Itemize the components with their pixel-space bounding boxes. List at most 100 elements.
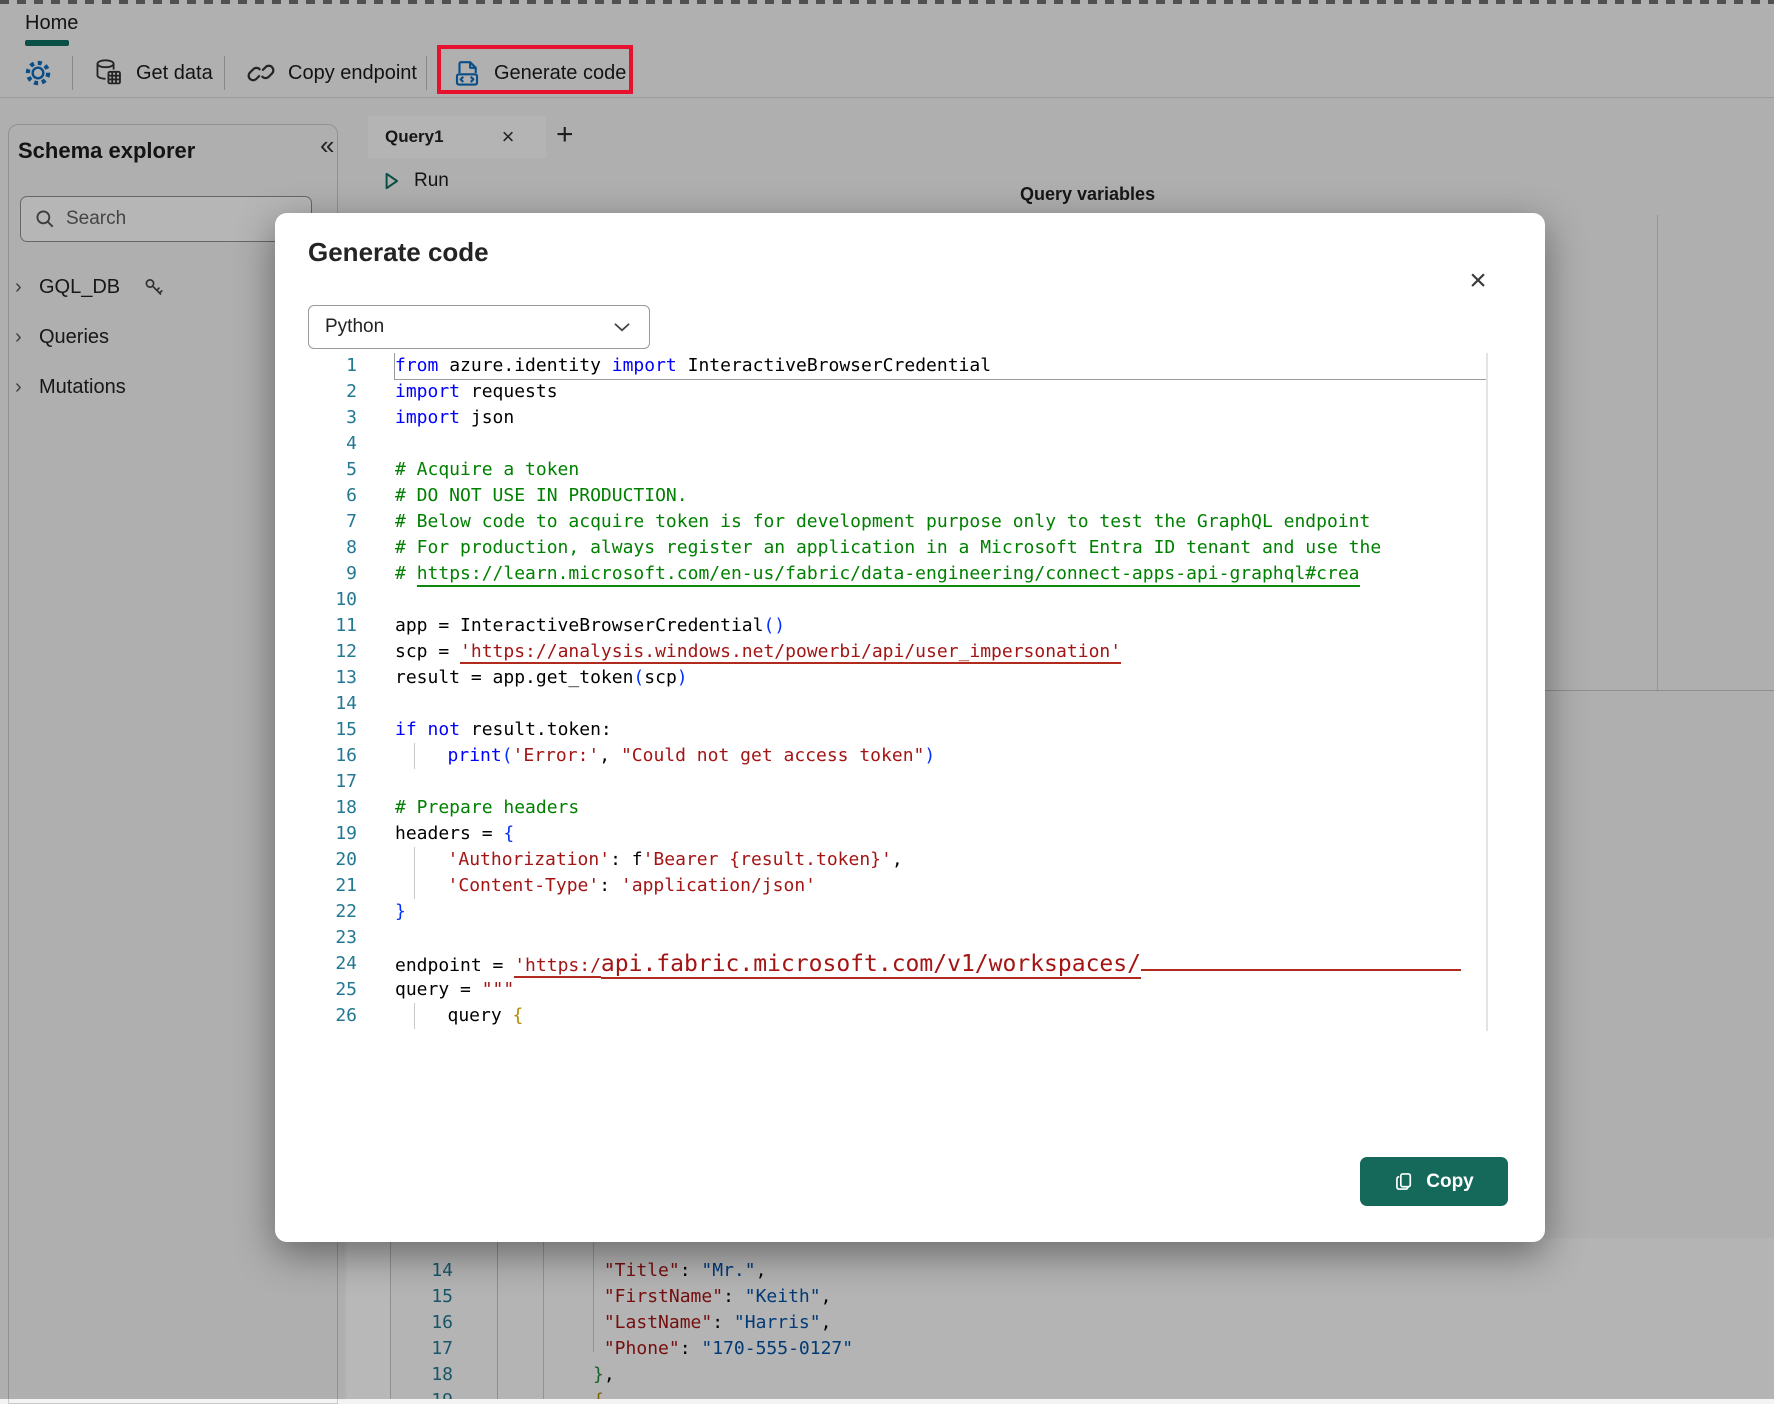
line-number: 10 bbox=[275, 587, 375, 613]
code-token: azure.identity bbox=[438, 355, 611, 376]
code-line-content: 'Authorization': f'Bearer {result.token}… bbox=[395, 847, 1486, 873]
code-token: 'Content-Type' bbox=[448, 875, 600, 896]
code-token: 'https:/ bbox=[514, 955, 601, 978]
code-line: 24 endpoint = 'https:/api.fabric.microsof… bbox=[275, 951, 1515, 977]
line-number: 11 bbox=[275, 613, 375, 639]
language-dropdown[interactable]: Python bbox=[308, 305, 650, 349]
code-line-content: 'Content-Type': 'application/json' bbox=[395, 873, 1486, 899]
code-token: print bbox=[448, 745, 502, 766]
code-token: headers = bbox=[395, 823, 503, 844]
code-editor[interactable]: 1 from azure.identity import InteractiveB… bbox=[275, 353, 1515, 1031]
code-line-content: result = app.get_token(scp) bbox=[395, 665, 1486, 691]
red-highlight-box bbox=[437, 45, 633, 94]
code-token bbox=[415, 849, 448, 870]
code-token: "Could not get access token" bbox=[621, 745, 924, 766]
code-line-content bbox=[395, 691, 1486, 717]
code-line-content bbox=[395, 431, 1486, 457]
code-token bbox=[415, 745, 448, 766]
code-token: import bbox=[612, 355, 677, 376]
code-line-content: # https://learn.microsoft.com/en-us/fabr… bbox=[395, 561, 1486, 587]
code-line: 1 from azure.identity import InteractiveB… bbox=[275, 353, 1515, 379]
code-line: 15 if not result.token: bbox=[275, 717, 1515, 743]
code-line: 18 # Prepare headers bbox=[275, 795, 1515, 821]
copy-button[interactable]: Copy bbox=[1360, 1157, 1508, 1206]
code-line: 20 'Authorization': f'Bearer {result.tok… bbox=[275, 847, 1515, 873]
code-token: () bbox=[763, 615, 785, 636]
line-number: 6 bbox=[275, 483, 375, 509]
code-line: 19headers = { bbox=[275, 821, 1515, 847]
code-token: 'application/json' bbox=[621, 875, 816, 896]
code-line: 4 bbox=[275, 431, 1515, 457]
code-token: : f bbox=[610, 849, 643, 870]
code-line-content: query = """ bbox=[395, 977, 1486, 1003]
code-token: query = bbox=[395, 979, 482, 1000]
code-token: ( bbox=[633, 667, 644, 688]
code-line-content: import requests bbox=[395, 379, 1486, 405]
code-line-content: # DO NOT USE IN PRODUCTION. bbox=[395, 483, 1486, 509]
code-line-content: import json bbox=[395, 405, 1486, 431]
code-line-content: # Acquire a token bbox=[395, 457, 1486, 483]
code-line: 8# For production, always register an ap… bbox=[275, 535, 1515, 561]
code-line-content: if not result.token: bbox=[395, 717, 1486, 743]
chevron-down-icon bbox=[611, 316, 633, 338]
code-token: json bbox=[460, 407, 514, 428]
code-token: # DO NOT USE IN PRODUCTION. bbox=[395, 485, 688, 506]
line-number: 7 bbox=[275, 509, 375, 535]
line-number: 22 bbox=[275, 899, 375, 925]
code-token: # Below code to acquire token is for dev… bbox=[395, 511, 1370, 532]
line-number: 12 bbox=[275, 639, 375, 665]
line-number: 25 bbox=[275, 977, 375, 1003]
line-number: 26 bbox=[275, 1003, 375, 1029]
code-token: 'Error:' bbox=[513, 745, 600, 766]
code-line: 12scp = 'https://analysis.windows.net/po… bbox=[275, 639, 1515, 665]
code-token: } bbox=[395, 901, 406, 922]
code-line: 5 # Acquire a token bbox=[275, 457, 1515, 483]
code-line: 7 # Below code to acquire token is for de… bbox=[275, 509, 1515, 535]
line-number: 13 bbox=[275, 665, 375, 691]
code-line-content: # Below code to acquire token is for dev… bbox=[395, 509, 1486, 535]
line-number: 14 bbox=[275, 691, 375, 717]
line-number: 15 bbox=[275, 717, 375, 743]
code-token: requests bbox=[460, 381, 558, 402]
line-number: 4 bbox=[275, 431, 375, 457]
code-token: https://learn.microsoft.com/en-us/fabric… bbox=[417, 563, 1360, 587]
copy-icon bbox=[1394, 1171, 1415, 1192]
code-token: { bbox=[513, 1005, 524, 1026]
line-number: 1 bbox=[275, 353, 375, 379]
code-line: 17 bbox=[275, 769, 1515, 795]
code-line-content: # For production, always register an app… bbox=[395, 535, 1486, 561]
code-line: 13 result = app.get_token(scp) bbox=[275, 665, 1515, 691]
code-token: , bbox=[599, 745, 621, 766]
code-token: scp = bbox=[395, 641, 460, 662]
code-line: 10 bbox=[275, 587, 1515, 613]
code-token: # Prepare headers bbox=[395, 797, 579, 818]
code-token: InteractiveBrowserCredential bbox=[677, 355, 991, 376]
line-number: 9 bbox=[275, 561, 375, 587]
line-number: 16 bbox=[275, 743, 375, 769]
code-line-content: endpoint = 'https:/api.fabric.microsoft.… bbox=[395, 951, 1486, 977]
code-token: : bbox=[599, 875, 621, 896]
code-token: import bbox=[395, 407, 460, 428]
code-line-content: from azure.identity import InteractiveBr… bbox=[395, 353, 1486, 379]
code-line-content: # Prepare headers bbox=[395, 795, 1486, 821]
generate-code-dialog: Generate code × Python 1 from azure.ident… bbox=[275, 213, 1545, 1242]
code-line: 9 # https://learn.microsoft.com/en-us/fab… bbox=[275, 561, 1515, 587]
code-line: 11app = InteractiveBrowserCredential() bbox=[275, 613, 1515, 639]
dialog-title: Generate code bbox=[308, 237, 489, 268]
line-number: 20 bbox=[275, 847, 375, 873]
code-line: 25 query = """ bbox=[275, 977, 1515, 1003]
code-line: 3import json bbox=[275, 405, 1515, 431]
code-token: # bbox=[395, 563, 417, 584]
copy-label: Copy bbox=[1426, 1171, 1474, 1193]
code-token: 'Bearer {result.token}' bbox=[643, 849, 892, 870]
line-number: 5 bbox=[275, 457, 375, 483]
code-token: from bbox=[395, 355, 438, 376]
line-number: 24 bbox=[275, 951, 375, 977]
dialog-close-button[interactable]: × bbox=[1461, 265, 1495, 299]
code-token: if bbox=[395, 719, 417, 740]
line-number: 18 bbox=[275, 795, 375, 821]
code-line: 22} bbox=[275, 899, 1515, 925]
scrollbar[interactable] bbox=[1486, 353, 1488, 1031]
code-line-content: print('Error:', "Could not get access to… bbox=[395, 743, 1486, 769]
code-token: 'Authorization' bbox=[448, 849, 611, 870]
